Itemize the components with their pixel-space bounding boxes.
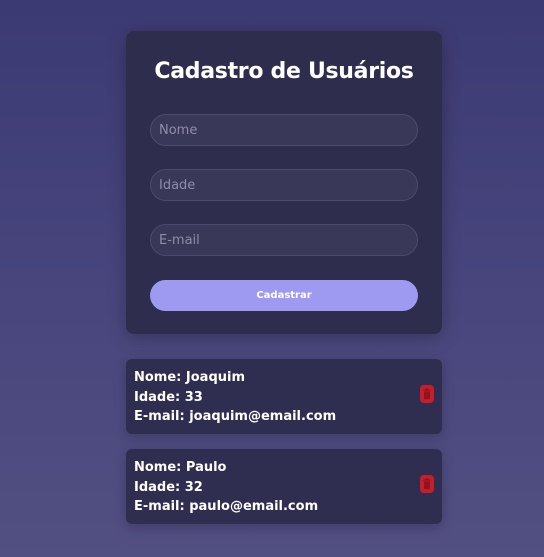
user-info: Nome: Paulo Idade: 32 E-mail: paulo@emai… — [134, 458, 318, 517]
user-age: Idade: 33 — [134, 389, 203, 405]
user-email: E-mail: joaquim@email.com — [134, 409, 337, 424]
trash-icon — [423, 388, 431, 400]
user-card: Nome: Paulo Idade: 32 E-mail: paulo@emai… — [126, 449, 442, 524]
email-input[interactable] — [150, 224, 418, 256]
user-info: Nome: Joaquim Idade: 33 E-mail: joaquim@… — [134, 368, 336, 427]
register-button[interactable]: Cadastrar — [150, 280, 418, 311]
delete-user-button[interactable] — [420, 385, 434, 403]
user-name: Nome: Paulo — [134, 460, 227, 475]
user-email: E-mail: paulo@email.com — [134, 499, 319, 514]
user-age: Idade: 32 — [134, 479, 203, 495]
registration-form: Cadastro de Usuários Cadastrar — [126, 31, 442, 334]
name-input[interactable] — [150, 114, 418, 146]
page-title: Cadastro de Usuários — [154, 59, 414, 84]
trash-icon — [423, 478, 431, 490]
user-name: Nome: Joaquim — [134, 370, 246, 385]
delete-user-button[interactable] — [420, 475, 434, 493]
user-card: Nome: Joaquim Idade: 33 E-mail: joaquim@… — [126, 359, 442, 434]
age-input[interactable] — [150, 169, 418, 201]
